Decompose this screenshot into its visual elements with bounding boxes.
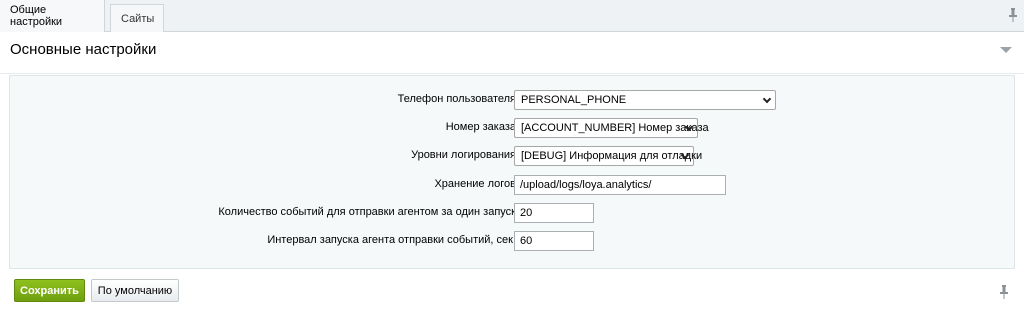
form-row-user-phone: Телефон пользователя PERSONAL_PHONE <box>10 90 1016 110</box>
chevron-down-icon <box>762 94 772 104</box>
order-number-select[interactable]: [ACCOUNT_NUMBER] Номер заказа <box>514 118 709 138</box>
log-levels-label: Уровни логирования <box>411 149 516 161</box>
section-title: Основные настройки <box>10 41 157 58</box>
agent-interval-label: Интервал запуска агента отправки событий… <box>267 234 516 246</box>
form-row-events-count: Количество событий для отправки агентом … <box>10 203 1016 223</box>
order-number-value: [ACCOUNT_NUMBER] Номер заказа <box>521 122 709 134</box>
reset-default-button[interactable]: По умолчанию <box>91 279 179 302</box>
agent-interval-value: 60 <box>520 235 533 247</box>
tab-bar: Общие настройки Сайты <box>0 0 1024 32</box>
user-phone-label: Телефон пользователя <box>397 93 516 105</box>
events-count-input[interactable]: 20 <box>514 203 594 223</box>
agent-interval-input[interactable]: 60 <box>514 231 594 251</box>
user-phone-select[interactable]: PERSONAL_PHONE <box>514 90 776 110</box>
settings-panel: Основные настройки Телефон пользователя … <box>0 33 1024 312</box>
form-row-order-number: Номер заказа [ACCOUNT_NUMBER] Номер зака… <box>10 118 1016 138</box>
divider <box>0 73 1024 74</box>
events-count-value: 20 <box>520 207 533 219</box>
form-row-agent-interval: Интервал запуска агента отправки событий… <box>10 231 1016 251</box>
log-storage-value: /upload/logs/loya.analytics/ <box>520 179 652 191</box>
user-phone-value: PERSONAL_PHONE <box>521 94 627 106</box>
log-storage-label: Хранение логов <box>434 178 516 190</box>
tab-sites[interactable]: Сайты <box>110 4 164 32</box>
log-levels-select[interactable]: [DEBUG] Информация для отладки <box>514 146 702 166</box>
form-row-log-storage: Хранение логов /upload/logs/loya.analyti… <box>10 175 1016 195</box>
save-button[interactable]: Сохранить <box>14 279 85 302</box>
form-row-log-levels: Уровни логирования [DEBUG] Информация дл… <box>10 146 1016 166</box>
order-number-label: Номер заказа <box>445 121 516 133</box>
events-count-label: Количество событий для отправки агентом … <box>218 206 516 218</box>
log-levels-value: [DEBUG] Информация для отладки <box>521 150 703 162</box>
settings-form: Телефон пользователя PERSONAL_PHONE Номе… <box>9 75 1015 269</box>
tab-general-settings[interactable]: Общие настройки <box>0 0 105 32</box>
pin-icon[interactable] <box>999 285 1009 299</box>
pin-icon[interactable] <box>1008 8 1018 22</box>
log-storage-input[interactable]: /upload/logs/loya.analytics/ <box>514 175 726 195</box>
collapse-triangle-icon[interactable] <box>1000 47 1012 53</box>
